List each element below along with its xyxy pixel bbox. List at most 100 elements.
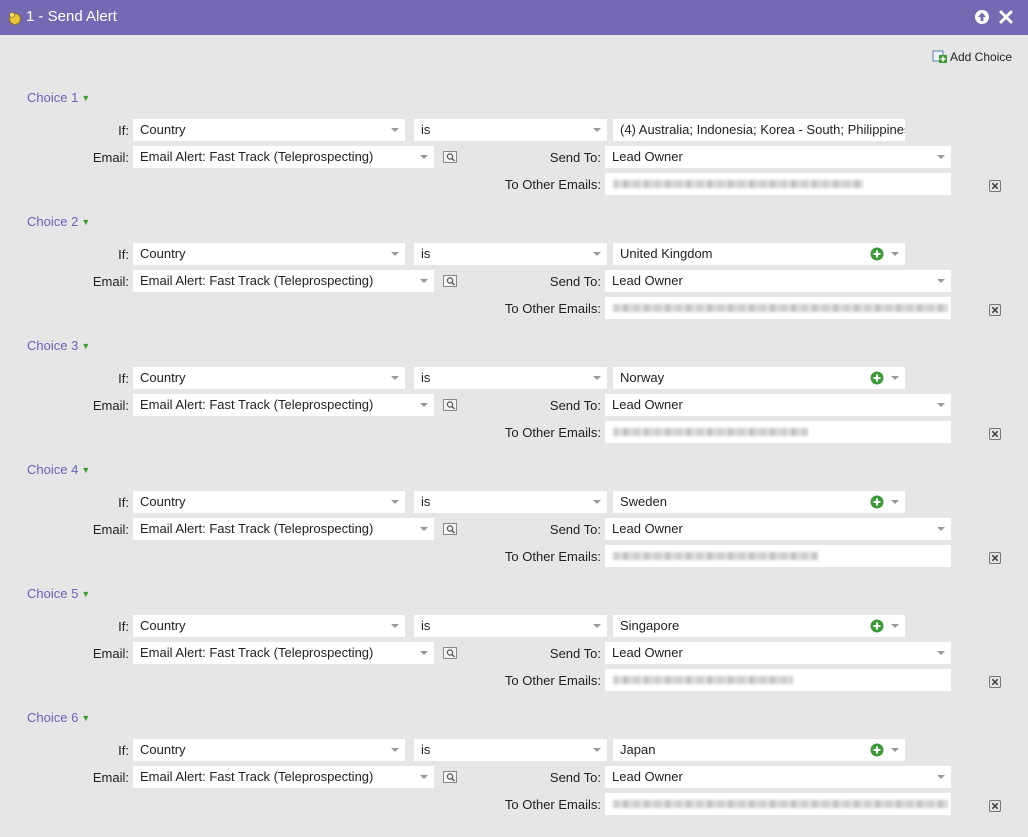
send-to-value: Lead Owner	[612, 769, 683, 784]
preview-icon[interactable]	[443, 771, 457, 783]
choice-title[interactable]: Choice 4 ▼	[27, 462, 90, 477]
chevron-down-icon	[592, 119, 602, 141]
choice-title[interactable]: Choice 5 ▼	[27, 586, 90, 601]
add-choice-button[interactable]: Add Choice	[932, 50, 1012, 64]
chevron-down-icon	[419, 270, 429, 292]
operator-value: is	[421, 494, 431, 509]
operator-select[interactable]: is	[414, 367, 607, 389]
condition-value-select[interactable]: Sweden	[613, 491, 905, 513]
other-emails-input[interactable]	[605, 173, 951, 195]
chevron-down-icon	[936, 642, 946, 664]
redacted-emails	[613, 180, 863, 188]
to-other-emails-label: To Other Emails:	[504, 549, 601, 564]
other-emails-input[interactable]	[605, 545, 951, 567]
choice-title-text: Choice 5	[27, 586, 79, 601]
send-to-label: Send To:	[549, 398, 601, 413]
operator-select[interactable]: is	[414, 491, 607, 513]
add-value-icon[interactable]	[870, 743, 884, 757]
email-label: Email:	[92, 522, 129, 537]
add-value-icon[interactable]	[870, 619, 884, 633]
choice-title-text: Choice 1	[27, 90, 79, 105]
condition-value-select[interactable]: Japan	[613, 739, 905, 761]
operator-select[interactable]: is	[414, 119, 607, 141]
condition-value-select[interactable]: Norway	[613, 367, 905, 389]
condition-value: Norway	[620, 370, 665, 385]
add-value-icon[interactable]	[870, 247, 884, 261]
condition-field-value: Country	[140, 122, 186, 137]
chevron-down-icon: ▼	[81, 217, 91, 227]
chevron-down-icon: ▼	[81, 465, 91, 475]
email-select[interactable]: Email Alert: Fast Track (Teleprospecting…	[133, 518, 434, 540]
other-emails-input[interactable]	[605, 669, 951, 691]
email-value: Email Alert: Fast Track (Teleprospecting…	[140, 521, 374, 536]
condition-field-select[interactable]: Country	[133, 243, 405, 265]
delete-choice-icon[interactable]	[989, 428, 1001, 440]
delete-choice-icon[interactable]	[989, 676, 1001, 688]
if-label: If:	[118, 495, 129, 510]
choice-title-text: Choice 2	[27, 214, 79, 229]
preview-icon[interactable]	[443, 647, 457, 659]
email-value: Email Alert: Fast Track (Teleprospecting…	[140, 397, 374, 412]
if-label: If:	[118, 123, 129, 138]
choice-title[interactable]: Choice 3 ▼	[27, 338, 90, 353]
preview-icon[interactable]	[443, 275, 457, 287]
chevron-down-icon	[592, 243, 602, 265]
if-label: If:	[118, 619, 129, 634]
chevron-down-icon	[936, 766, 946, 788]
chevron-down-icon	[592, 491, 602, 513]
email-label: Email:	[92, 274, 129, 289]
flow-step-icon	[9, 12, 21, 25]
delete-choice-icon[interactable]	[989, 180, 1001, 192]
other-emails-input[interactable]	[605, 793, 951, 815]
email-label: Email:	[92, 398, 129, 413]
email-select[interactable]: Email Alert: Fast Track (Teleprospecting…	[133, 642, 434, 664]
preview-icon[interactable]	[443, 523, 457, 535]
choice-title[interactable]: Choice 6 ▼	[27, 710, 90, 725]
delete-choice-icon[interactable]	[989, 552, 1001, 564]
other-emails-input[interactable]	[605, 297, 951, 319]
chevron-down-icon	[419, 146, 429, 168]
email-select[interactable]: Email Alert: Fast Track (Teleprospecting…	[133, 146, 434, 168]
send-to-select[interactable]: Lead Owner	[605, 270, 951, 292]
condition-value-select[interactable]: (4) Australia; Indonesia; Korea - South;…	[613, 119, 905, 141]
condition-field-select[interactable]: Country	[133, 615, 405, 637]
add-choice-label: Add Choice	[950, 50, 1013, 64]
send-to-select[interactable]: Lead Owner	[605, 642, 951, 664]
condition-field-value: Country	[140, 742, 186, 757]
condition-field-select[interactable]: Country	[133, 739, 405, 761]
add-value-icon[interactable]	[870, 371, 884, 385]
to-other-emails-label: To Other Emails:	[504, 673, 601, 688]
to-other-emails-label: To Other Emails:	[504, 425, 601, 440]
condition-value-select[interactable]: Singapore	[613, 615, 905, 637]
add-value-icon[interactable]	[870, 495, 884, 509]
preview-icon[interactable]	[443, 399, 457, 411]
choice-title[interactable]: Choice 2 ▼	[27, 214, 90, 229]
to-other-emails-label: To Other Emails:	[504, 177, 601, 192]
to-other-emails-label: To Other Emails:	[504, 301, 601, 316]
send-to-select[interactable]: Lead Owner	[605, 146, 951, 168]
condition-value-select[interactable]: United Kingdom	[613, 243, 905, 265]
condition-field-select[interactable]: Country	[133, 367, 405, 389]
preview-icon[interactable]	[443, 151, 457, 163]
send-to-select[interactable]: Lead Owner	[605, 518, 951, 540]
if-label: If:	[118, 743, 129, 758]
send-to-label: Send To:	[549, 274, 601, 289]
send-to-select[interactable]: Lead Owner	[605, 766, 951, 788]
condition-field-select[interactable]: Country	[133, 491, 405, 513]
condition-field-value: Country	[140, 370, 186, 385]
operator-select[interactable]: is	[414, 739, 607, 761]
chevron-down-icon	[890, 615, 900, 637]
operator-select[interactable]: is	[414, 615, 607, 637]
operator-select[interactable]: is	[414, 243, 607, 265]
choice-title[interactable]: Choice 1 ▼	[27, 90, 90, 105]
email-select[interactable]: Email Alert: Fast Track (Teleprospecting…	[133, 270, 434, 292]
email-select[interactable]: Email Alert: Fast Track (Teleprospecting…	[133, 766, 434, 788]
send-to-select[interactable]: Lead Owner	[605, 394, 951, 416]
email-select[interactable]: Email Alert: Fast Track (Teleprospecting…	[133, 394, 434, 416]
arrow-up-icon[interactable]	[974, 9, 990, 25]
delete-choice-icon[interactable]	[989, 304, 1001, 316]
delete-choice-icon[interactable]	[989, 800, 1001, 812]
other-emails-input[interactable]	[605, 421, 951, 443]
close-icon[interactable]	[998, 9, 1014, 25]
condition-field-select[interactable]: Country	[133, 119, 405, 141]
